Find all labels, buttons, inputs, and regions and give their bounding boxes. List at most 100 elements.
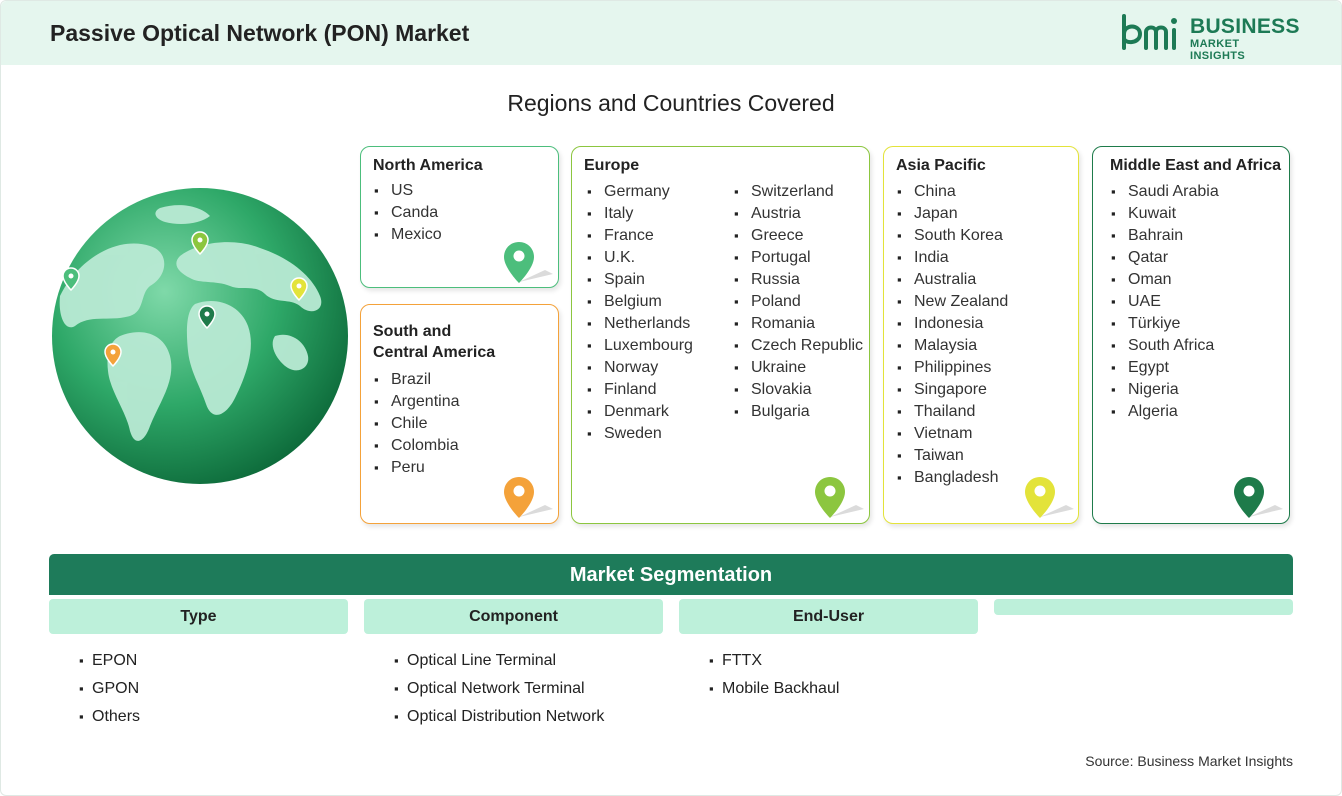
segment-header-end-user: End-User	[679, 599, 978, 634]
list-item: France	[587, 225, 693, 247]
location-pin-icon	[1234, 477, 1283, 518]
list-item: Canda	[374, 202, 442, 224]
list-item: Mobile Backhaul	[709, 678, 839, 706]
list-item: South Korea	[897, 225, 1008, 247]
list-item: Optical Distribution Network	[394, 706, 604, 734]
segment-header-label: Type	[180, 608, 217, 625]
location-pin-icon	[504, 477, 553, 518]
list-item: Malaysia	[897, 335, 1008, 357]
list-item: Brazil	[374, 369, 460, 391]
list-item: Italy	[587, 203, 693, 225]
list-item: Finland	[587, 379, 693, 401]
list-item: Denmark	[587, 401, 693, 423]
list-item: Colombia	[374, 435, 460, 457]
list-item: Germany	[587, 181, 693, 203]
segment-header-label: End-User	[792, 608, 865, 625]
list-item: Chile	[374, 413, 460, 435]
list-item: U.K.	[587, 247, 693, 269]
segmentation-title: Market Segmentation	[569, 564, 773, 586]
country-list: China Japan South Korea India Australia …	[897, 181, 1008, 489]
list-item: Türkiye	[1111, 313, 1219, 335]
country-list-col2: Switzerland Austria Greece Portugal Russ…	[734, 181, 863, 423]
segment-list-component: Optical Line Terminal Optical Network Te…	[394, 650, 604, 734]
list-item: Portugal	[734, 247, 863, 269]
list-item: Sweden	[587, 423, 693, 445]
list-item: Australia	[897, 269, 1008, 291]
list-item: Oman	[1111, 269, 1219, 291]
list-item: China	[897, 181, 1008, 203]
region-card-south-central-america: South and Central America Brazil Argenti…	[360, 304, 559, 524]
list-item: Algeria	[1111, 401, 1219, 423]
list-item: Bangladesh	[897, 467, 1008, 489]
list-item: Singapore	[897, 379, 1008, 401]
list-item: Austria	[734, 203, 863, 225]
list-item: Japan	[897, 203, 1008, 225]
list-item: Luxembourg	[587, 335, 693, 357]
list-item: Russia	[734, 269, 863, 291]
source-note: Source: Business Market Insights	[1085, 753, 1293, 769]
list-item: Optical Line Terminal	[394, 650, 604, 678]
list-item: Czech Republic	[734, 335, 863, 357]
segment-header-empty	[994, 599, 1293, 615]
list-item: GPON	[79, 678, 140, 706]
logo-text-business: BUSINESS	[1190, 15, 1300, 38]
list-item: Belgium	[587, 291, 693, 313]
list-item: Kuwait	[1111, 203, 1219, 225]
list-item: EPON	[79, 650, 140, 678]
region-title: Middle East and Africa	[1110, 157, 1281, 174]
list-item: Norway	[587, 357, 693, 379]
list-item: UAE	[1111, 291, 1219, 313]
bmi-logo: BUSINESS MARKET INSIGHTS	[1120, 14, 1299, 62]
list-item: Saudi Arabia	[1111, 181, 1219, 203]
list-item: Bahrain	[1111, 225, 1219, 247]
country-list: Saudi Arabia Kuwait Bahrain Qatar Oman U…	[1111, 181, 1219, 423]
list-item: Philippines	[897, 357, 1008, 379]
list-item: FTTX	[709, 650, 839, 678]
list-item: US	[374, 180, 442, 202]
list-item: Mexico	[374, 224, 442, 246]
country-list: US Canda Mexico	[374, 180, 442, 246]
region-title: Europe	[584, 157, 640, 174]
region-card-north-america: North America US Canda Mexico	[360, 146, 559, 288]
list-item: Slovakia	[734, 379, 863, 401]
region-title-line2: Central America	[373, 344, 496, 361]
segmentation-bar: Market Segmentation	[49, 554, 1293, 595]
list-item: Bulgaria	[734, 401, 863, 423]
segment-header-component: Component	[364, 599, 663, 634]
list-item: Egypt	[1111, 357, 1219, 379]
list-item: New Zealand	[897, 291, 1008, 313]
list-item: Optical Network Terminal	[394, 678, 604, 706]
segment-list-type: EPON GPON Others	[79, 650, 140, 734]
list-item: Argentina	[374, 391, 460, 413]
list-item: Peru	[374, 457, 460, 479]
region-title: North America	[373, 157, 483, 174]
list-item: Greece	[734, 225, 863, 247]
list-item: Spain	[587, 269, 693, 291]
list-item: Nigeria	[1111, 379, 1219, 401]
list-item: Indonesia	[897, 313, 1008, 335]
region-card-middle-east-africa: Middle East and Africa Saudi Arabia Kuwa…	[1092, 146, 1290, 524]
segment-list-end-user: FTTX Mobile Backhaul	[709, 650, 839, 706]
globe-illustration	[52, 188, 348, 484]
logo-text-market-insights: MARKET INSIGHTS	[1190, 38, 1246, 62]
list-item: Thailand	[897, 401, 1008, 423]
list-item: Ukraine	[734, 357, 863, 379]
list-item: South Africa	[1111, 335, 1219, 357]
segment-header-label: Component	[469, 608, 558, 625]
list-item: Netherlands	[587, 313, 693, 335]
location-pin-icon	[504, 242, 553, 283]
region-card-asia-pacific: Asia Pacific China Japan South Korea Ind…	[883, 146, 1079, 524]
region-title: Asia Pacific	[896, 157, 986, 174]
list-item: Romania	[734, 313, 863, 335]
list-item: Poland	[734, 291, 863, 313]
page-title: Passive Optical Network (PON) Market	[50, 20, 470, 46]
country-list: Brazil Argentina Chile Colombia Peru	[374, 369, 460, 479]
list-item: Taiwan	[897, 445, 1008, 467]
list-item: Qatar	[1111, 247, 1219, 269]
bmi-logo-icon	[1122, 14, 1177, 50]
list-item: Switzerland	[734, 181, 863, 203]
list-item: Others	[79, 706, 140, 734]
list-item: India	[897, 247, 1008, 269]
regions-title: Regions and Countries Covered	[507, 90, 835, 116]
location-pin-icon	[1025, 477, 1074, 518]
